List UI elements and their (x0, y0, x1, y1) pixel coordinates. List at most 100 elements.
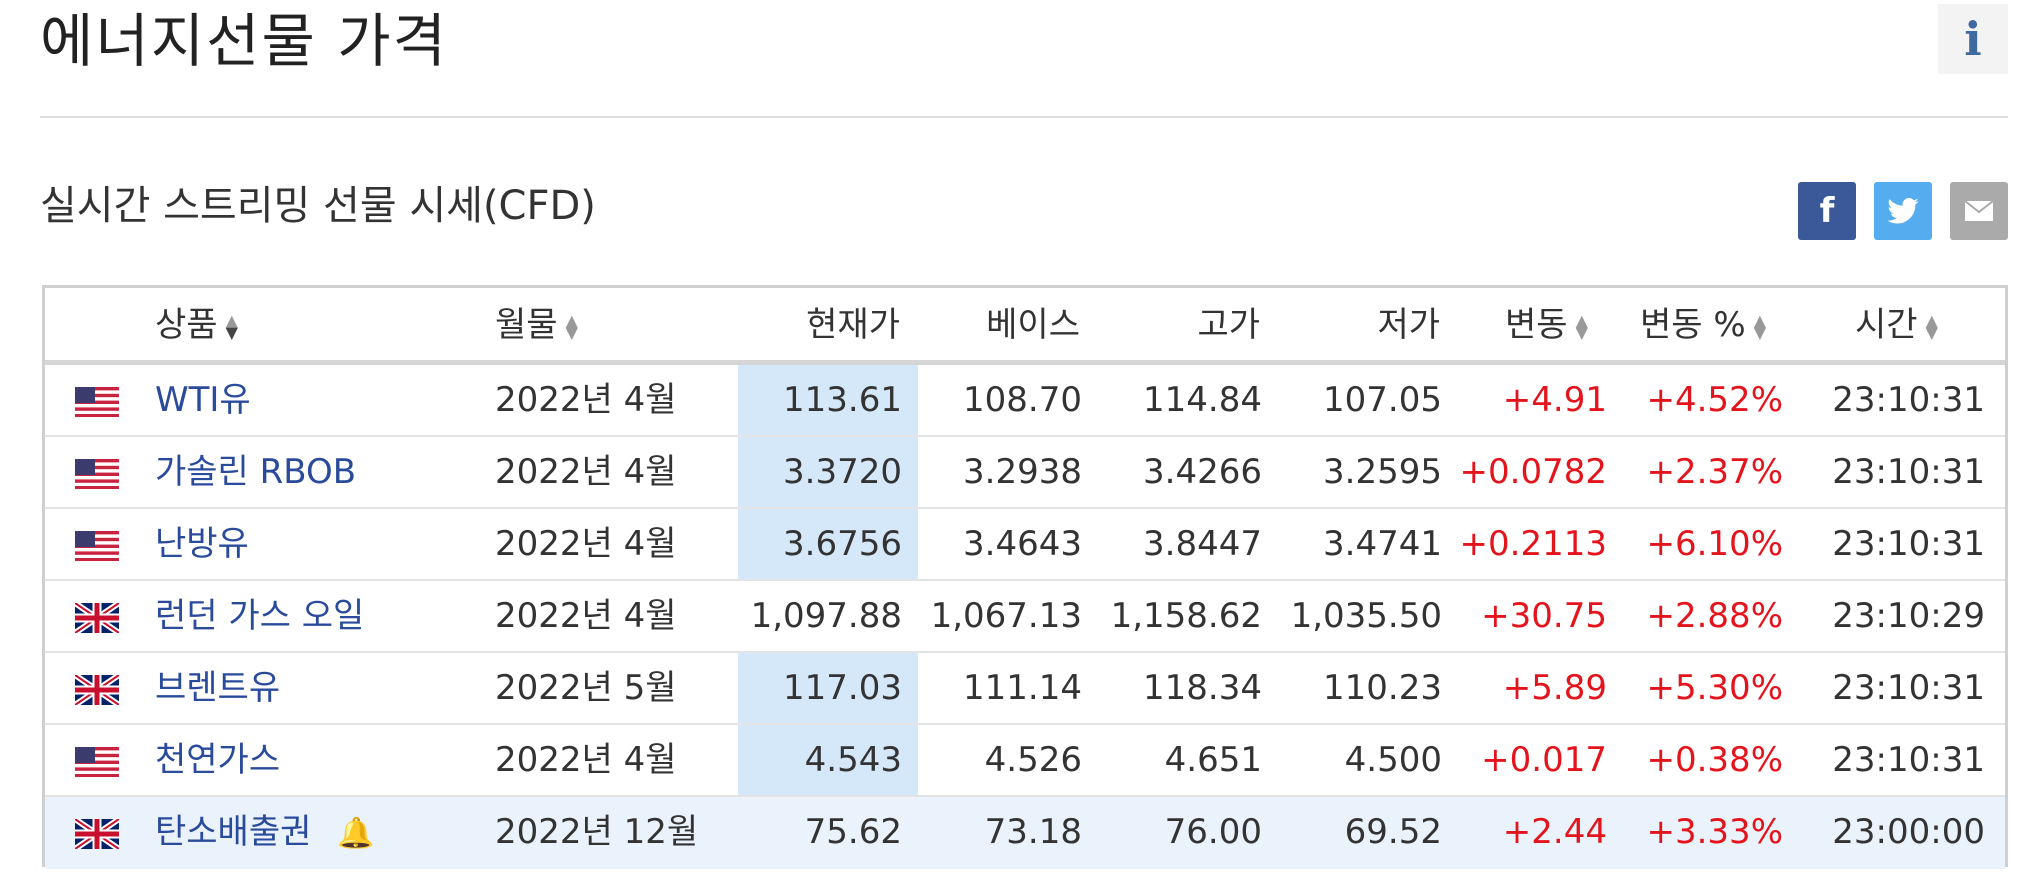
table-row: 가솔린 RBOB 2022년 4월 3.3720 3.2938 3.4266 3.2595… (45, 437, 2005, 509)
us-flag-icon (75, 387, 119, 418)
high-price: 76.00 (1164, 812, 1262, 852)
current-price: 75.62 (804, 812, 902, 852)
sort-icon: ▲ ▼ (565, 310, 578, 342)
base-price: 3.2938 (963, 452, 1082, 492)
base-price: 73.18 (984, 812, 1082, 852)
base-price: 3.4643 (963, 524, 1082, 564)
high-price: 1,158.62 (1110, 596, 1262, 636)
col-header-low[interactable]: 저가 (1330, 302, 1440, 348)
change-value: +0.017 (1481, 740, 1607, 780)
low-price: 4.500 (1344, 740, 1442, 780)
sort-icon: ▲ ▼ (1575, 310, 1588, 342)
current-price: 3.3720 (783, 452, 902, 492)
change-value: +5.89 (1502, 668, 1607, 708)
low-price: 3.2595 (1323, 452, 1442, 492)
page-title: 에너지선물 가격 (40, 7, 448, 75)
table-header: 상품 ▲ ▼ 월물 ▲ ▼ 현재가 베이스 고가 저가 변동 ▲ ▼ 변동 % ▲ ▼ 시간 ▲ ▼ (45, 288, 2005, 363)
low-price: 3.4741 (1323, 524, 1442, 564)
contract-month: 2022년 5월 (495, 668, 677, 708)
change-percent: +2.37% (1646, 452, 1784, 492)
high-price: 3.4266 (1143, 452, 1262, 492)
envelope-icon (1964, 200, 1994, 221)
change-percent: +0.38% (1646, 740, 1784, 780)
table-row: 난방유 2022년 4월 3.6756 3.4643 3.8447 3.4741 +0.21… (45, 509, 2005, 581)
table-row: 브렌트유 2022년 5월 117.03 111.14 118.34 110.23 +5.8… (45, 653, 2005, 725)
change-percent: +6.10% (1646, 524, 1784, 564)
us-flag-icon (75, 459, 119, 490)
table-row: 천연가스 2022년 4월 4.543 4.526 4.651 4.500 +0.017 +0… (45, 725, 2005, 797)
low-price: 110.23 (1323, 668, 1442, 708)
base-price: 4.526 (984, 740, 1082, 780)
current-price: 113.61 (783, 380, 902, 420)
sort-icon: ▲ ▼ (1753, 310, 1766, 342)
current-price: 4.543 (804, 740, 902, 780)
high-price: 3.8447 (1143, 524, 1262, 564)
us-flag-icon (75, 747, 119, 778)
futures-table: 상품 ▲ ▼ 월물 ▲ ▼ 현재가 베이스 고가 저가 변동 ▲ ▼ 변동 % ▲ ▼ 시간 ▲ ▼… (42, 285, 2008, 869)
instrument-link[interactable]: 천연가스 (155, 725, 280, 795)
contract-month: 2022년 4월 (495, 740, 677, 780)
instrument-link[interactable]: 난방유 (155, 509, 249, 579)
current-price: 1,097.88 (750, 596, 902, 636)
base-price: 1,067.13 (930, 596, 1082, 636)
col-header-price[interactable]: 현재가 (790, 302, 900, 348)
update-time: 23:10:31 (1832, 524, 1985, 564)
uk-flag-icon (73, 672, 121, 708)
uk-flag-icon (73, 600, 121, 636)
instrument-link[interactable]: WTI유 (155, 365, 251, 435)
change-percent: +5.30% (1646, 668, 1784, 708)
update-time: 23:10:31 (1832, 668, 1985, 708)
change-value: +4.91 (1502, 380, 1607, 420)
change-value: +2.44 (1502, 812, 1607, 852)
contract-month: 2022년 4월 (495, 596, 677, 636)
col-header-name[interactable]: 상품 ▲ ▼ (155, 302, 238, 348)
base-price: 111.14 (963, 668, 1082, 708)
current-price: 3.6756 (783, 524, 902, 564)
contract-month: 2022년 4월 (495, 524, 677, 564)
email-share-button[interactable] (1950, 182, 2008, 240)
table-row: 탄소배출권 🔔 2022년 12월 75.62 73.18 76.00 69.52 +2.44… (45, 797, 2005, 869)
twitter-icon (1887, 198, 1919, 224)
change-percent: +4.52% (1646, 380, 1784, 420)
col-header-change[interactable]: 변동 ▲ ▼ (1505, 302, 1588, 348)
col-header-time[interactable]: 시간 ▲ ▼ (1855, 302, 1938, 348)
update-time: 23:00:00 (1832, 812, 1985, 852)
table-row: WTI유 2022년 4월 113.61 108.70 114.84 107.05 +4.9… (45, 365, 2005, 437)
facebook-icon: f (1819, 191, 1835, 231)
high-price: 114.84 (1143, 380, 1262, 420)
col-header-change-pct[interactable]: 변동 % ▲ ▼ (1640, 302, 1766, 348)
current-price: 117.03 (783, 668, 902, 708)
low-price: 107.05 (1323, 380, 1442, 420)
change-value: +0.2113 (1459, 524, 1607, 564)
divider (40, 116, 2008, 118)
low-price: 1,035.50 (1290, 596, 1442, 636)
instrument-link[interactable]: 런던 가스 오일 (155, 581, 364, 651)
change-percent: +3.33% (1646, 812, 1784, 852)
high-price: 4.651 (1164, 740, 1262, 780)
sort-icon: ▲ ▼ (225, 310, 238, 342)
change-value: +30.75 (1481, 596, 1607, 636)
col-header-month[interactable]: 월물 ▲ ▼ (495, 302, 578, 348)
high-price: 118.34 (1143, 668, 1262, 708)
sort-icon: ▲ ▼ (1925, 310, 1938, 342)
instrument-link[interactable]: 가솔린 RBOB (155, 437, 356, 507)
uk-flag-icon (73, 816, 121, 852)
facebook-share-button[interactable]: f (1798, 182, 1856, 240)
table-row: 런던 가스 오일 2022년 4월 1,097.88 1,067.13 1,158.62… (45, 581, 2005, 653)
page: 에너지선물 가격 i 실시간 스트리밍 선물 시세(CFD) f 상품 ▲ ▼ 월물… (0, 0, 2024, 888)
instrument-link[interactable]: 탄소배출권 🔔 (155, 797, 375, 867)
section-title: 실시간 스트리밍 선물 시세(CFD) (40, 183, 596, 229)
contract-month: 2022년 4월 (495, 380, 677, 420)
update-time: 23:10:31 (1832, 452, 1985, 492)
bell-plus-icon[interactable]: 🔔 (337, 799, 374, 869)
instrument-link[interactable]: 브렌트유 (155, 653, 280, 723)
info-button[interactable]: i (1938, 4, 2008, 74)
low-price: 69.52 (1344, 812, 1442, 852)
col-header-base[interactable]: 베이스 (970, 302, 1080, 348)
contract-month: 2022년 4월 (495, 452, 677, 492)
col-header-high[interactable]: 고가 (1150, 302, 1260, 348)
change-value: +0.0782 (1459, 452, 1607, 492)
twitter-share-button[interactable] (1874, 182, 1932, 240)
base-price: 108.70 (963, 380, 1082, 420)
change-percent: +2.88% (1646, 596, 1784, 636)
